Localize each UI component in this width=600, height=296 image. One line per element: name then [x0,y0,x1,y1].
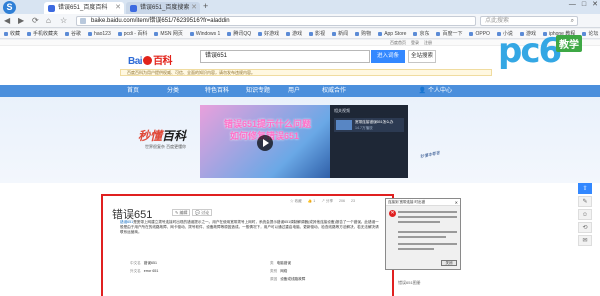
bookmark-item[interactable]: pcdi - 百科 [118,29,148,38]
search-icon[interactable]: ⌕ [571,17,574,25]
handwritten-note: 秒懂本尊答 [419,149,441,160]
enter-entry-button[interactable]: 进入词条 [371,50,405,63]
bookmark-item[interactable]: MSN 网页 [154,29,183,38]
feedback-icon[interactable]: ☺ [578,209,592,220]
bookmark-item[interactable]: Windows 1 [190,29,220,38]
error-icon: ✕ [389,210,396,217]
refresh-icon[interactable]: ⟲ [578,222,592,233]
teach-badge: 教学 [556,35,582,52]
bookmark-item[interactable]: 腾讯QQ [227,29,251,38]
nav-cooperation[interactable]: 权威合作 [322,85,346,97]
video-player[interactable]: 错误651提示什么问题 如何修复错误651 [200,105,330,178]
edit-icon[interactable]: ✎ [578,196,592,207]
top-link-register[interactable]: 注册 [424,40,432,46]
video-banner: 秒懂百科 世界很复杂 百度更懂你 错误651提示什么问题 如何修复错误651 相… [0,97,600,183]
address-toolbar: ◀ ▶ ⟳ ⌂ ☆ baike.baidu.com/item/错误651/762… [0,14,600,28]
browser-search-input[interactable]: 点此搜索 ⌕ [480,16,578,26]
page-icon [80,18,86,24]
banner-slogan: 世界很复杂 百度更懂你 [145,144,187,149]
bookmark-item[interactable]: OPPO [469,29,489,38]
bookmark-item[interactable]: 游戏 [286,29,302,38]
bookmark-item[interactable]: 购物 [355,29,371,38]
playlist-item[interactable]: 宽带连接错误651怎么办 14.7万播放 [334,118,404,132]
miaodong-logo: 秒懂百科 [138,129,187,143]
paw-icon [143,56,153,65]
new-tab-button[interactable]: + [203,1,208,11]
close-icon: ✕ [454,200,458,205]
back-to-top-icon[interactable]: ⇧ [578,183,592,194]
tab-bar: S 错误651_百度百科 ✕ 错误651_百度搜索 ✕ + — □ ✕ [0,0,600,14]
baidu-favicon-icon [48,5,55,12]
top-link-login[interactable]: 登录 [411,40,419,46]
mail-icon[interactable]: ✉ [578,235,592,246]
close-icon[interactable]: ✕ [191,2,197,14]
error-dialog-image[interactable]: 连接到 宽带连接 时出错 ✕ ✕ 关闭 [385,198,461,270]
tab-label: 错误651_百度搜索 [140,5,190,11]
pc6-logo: pc6 [498,31,562,71]
bookmark-item[interactable]: 手机收藏夹 [27,29,58,38]
close-window-button[interactable]: ✕ [592,0,598,10]
back-icon[interactable]: ◀ [4,15,10,27]
image-caption[interactable]: 错误651图册 [398,280,421,286]
bookmark-item[interactable]: 百度一下 [436,29,462,38]
bookmark-item[interactable]: hao123 [88,29,111,38]
home-icon[interactable]: ⌂ [46,15,51,27]
search-placeholder: 点此搜索 [485,18,510,24]
bookmark-item[interactable]: 京东 [413,29,429,38]
nav-category[interactable]: 分类 [167,85,179,97]
video-thumbnail [336,120,352,130]
notice-bar: 百度百科为用户提供权威、可信、全面的知识内容，请勿发布违规内容。 [120,69,492,76]
close-icon[interactable]: ✕ [115,2,121,14]
tab-inactive[interactable]: 错误651_百度搜索 ✕ [126,2,200,14]
video-playlist: 相关视频 宽带连接错误651怎么办 14.7万播放 [330,105,408,178]
tab-active[interactable]: 错误651_百度百科 ✕ [44,2,124,14]
playlist-item-title: 宽带连接错误651怎么办 [355,120,394,124]
pc6-watermark: pc6 教学 [498,31,598,101]
playlist-item-count: 14.7万播放 [355,126,373,130]
nav-featured[interactable]: 特色百科 [205,85,229,97]
window-controls: — □ ✕ [569,0,598,10]
bookmark-item[interactable]: 好游戏 [258,29,279,38]
address-bar[interactable]: baike.baidu.com/item/错误651/76239516?fr=a… [76,16,476,26]
web-search-button[interactable]: 全站搜索 [408,50,436,63]
browser-logo-icon[interactable]: S [3,1,16,14]
side-toolbar: ⇧ ✎ ☺ ⟲ ✉ [578,183,592,248]
dialog-close-button: 关闭 [441,260,457,266]
top-links: 百度首页 登录 注册 [390,40,432,46]
person-center-link[interactable]: 👤 个人中心 [419,85,452,97]
dialog-title: 连接到 宽带连接 时出错 [386,199,460,206]
playlist-title: 相关视频 [334,108,350,113]
baidu-favicon-icon [130,5,137,12]
browser-window: S 错误651_百度百科 ✕ 错误651_百度搜索 ✕ + — □ ✕ ◀ ▶ … [0,0,600,296]
play-icon[interactable] [257,135,273,151]
bookmark-item[interactable]: App Store [378,29,406,38]
maximize-button[interactable]: □ [582,0,586,10]
nav-home[interactable]: 首页 [127,85,139,97]
highlight-box [101,194,394,296]
baike-search-input[interactable]: 错误651 [200,50,370,63]
bookmark-item[interactable]: 影视 [309,29,325,38]
top-link-home[interactable]: 百度首页 [390,40,406,46]
bookmark-item[interactable]: 谷歌 [65,29,81,38]
nav-users[interactable]: 用户 [288,85,300,97]
forward-icon[interactable]: ▶ [18,15,24,27]
star-icon[interactable]: ☆ [60,15,67,27]
bookmark-item[interactable]: 新闻 [332,29,348,38]
tab-label: 错误651_百度百科 [58,5,108,11]
minimize-button[interactable]: — [569,0,576,10]
url-text: baike.baidu.com/item/错误651/76239516?fr=a… [91,18,230,24]
refresh-icon[interactable]: ⟳ [32,15,39,27]
bookmark-item[interactable]: 收藏 [4,29,20,38]
baike-logo[interactable]: Bai 百科 [128,52,173,67]
nav-topics[interactable]: 知识专题 [246,85,270,97]
